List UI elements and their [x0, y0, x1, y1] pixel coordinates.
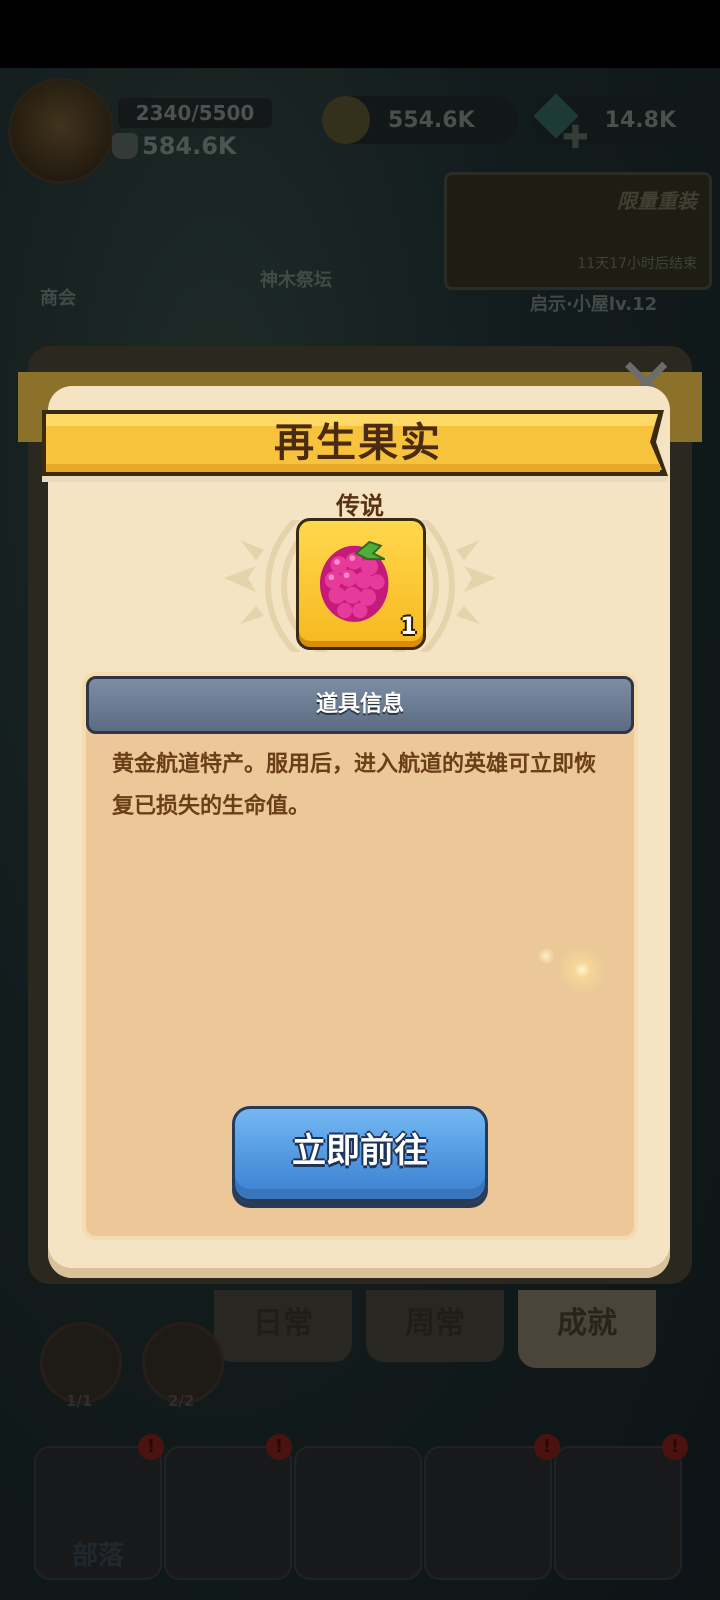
- sparkle-effect: [552, 940, 612, 1000]
- go-now-button[interactable]: 立即前往: [232, 1106, 488, 1202]
- info-header: 道具信息: [86, 676, 634, 734]
- item-quantity: 1: [400, 612, 417, 640]
- modal-title: 再生果实: [274, 420, 442, 466]
- sparkle-effect: [536, 946, 556, 966]
- rarity-label: 传说: [336, 492, 384, 520]
- item-description: 黄金航道特产。服用后，进入航道的英雄可立即恢复已损失的生命值。: [112, 752, 597, 819]
